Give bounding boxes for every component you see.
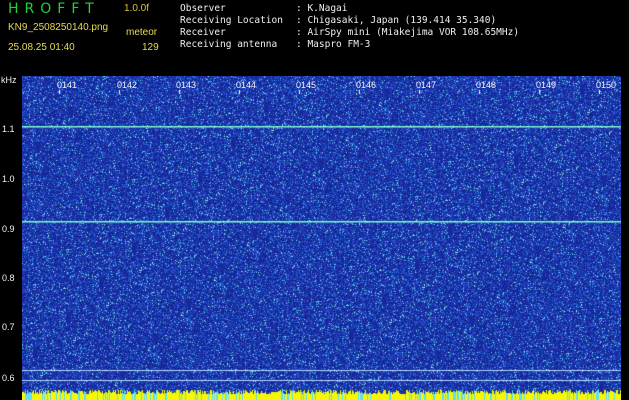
- time-tick-label: 0145: [296, 80, 317, 90]
- freq-tick-label: 1.0: [2, 174, 15, 184]
- time-tick-label: 0150: [596, 80, 617, 90]
- axis-unit-label: kHz: [1, 75, 17, 85]
- time-tick-label: 0144: [236, 80, 257, 90]
- freq-tick-label: 1.1: [2, 124, 15, 134]
- time-tick-label: 0148: [476, 80, 497, 90]
- timestamp-label: 25.08.25 01:40: [8, 42, 75, 53]
- time-tick-label: 0141: [57, 80, 78, 90]
- hrofft-logo: HROFFT: [8, 1, 100, 17]
- receiver-label: Receiver: [180, 27, 226, 38]
- time-tick-label: 0142: [117, 80, 138, 90]
- freq-tick-label: 0.7: [2, 322, 15, 332]
- receiver-value: : AirSpy mini (Miakejima VOR 108.65MHz): [296, 27, 520, 38]
- source-label: meteor: [126, 27, 158, 38]
- location-label: Receiving Location: [180, 15, 283, 26]
- antenna-label: Receiving antenna: [180, 39, 278, 50]
- time-tick-label: 0143: [176, 80, 197, 90]
- version-label: 1.0.0f: [124, 3, 150, 14]
- observer-value: : K.Nagai: [296, 3, 348, 14]
- count-label: 129: [142, 42, 159, 53]
- time-tick-label: 0149: [536, 80, 557, 90]
- freq-tick-label: 0.6: [2, 373, 15, 383]
- header-panel: HROFFT 1.0.0f KN9_2508250140.png meteor …: [0, 0, 629, 76]
- time-tick-label: 0147: [416, 80, 437, 90]
- spectrogram-canvas: [22, 76, 621, 400]
- freq-tick-label: 0.9: [2, 224, 15, 234]
- antenna-value: : Maspro FM-3: [296, 39, 371, 50]
- freq-tick-label: 0.8: [2, 273, 15, 283]
- filename-label: KN9_2508250140.png: [8, 22, 109, 33]
- observer-label: Observer: [180, 3, 226, 14]
- location-value: : Chigasaki, Japan (139.414 35.340): [296, 15, 497, 26]
- time-tick-label: 0146: [356, 80, 377, 90]
